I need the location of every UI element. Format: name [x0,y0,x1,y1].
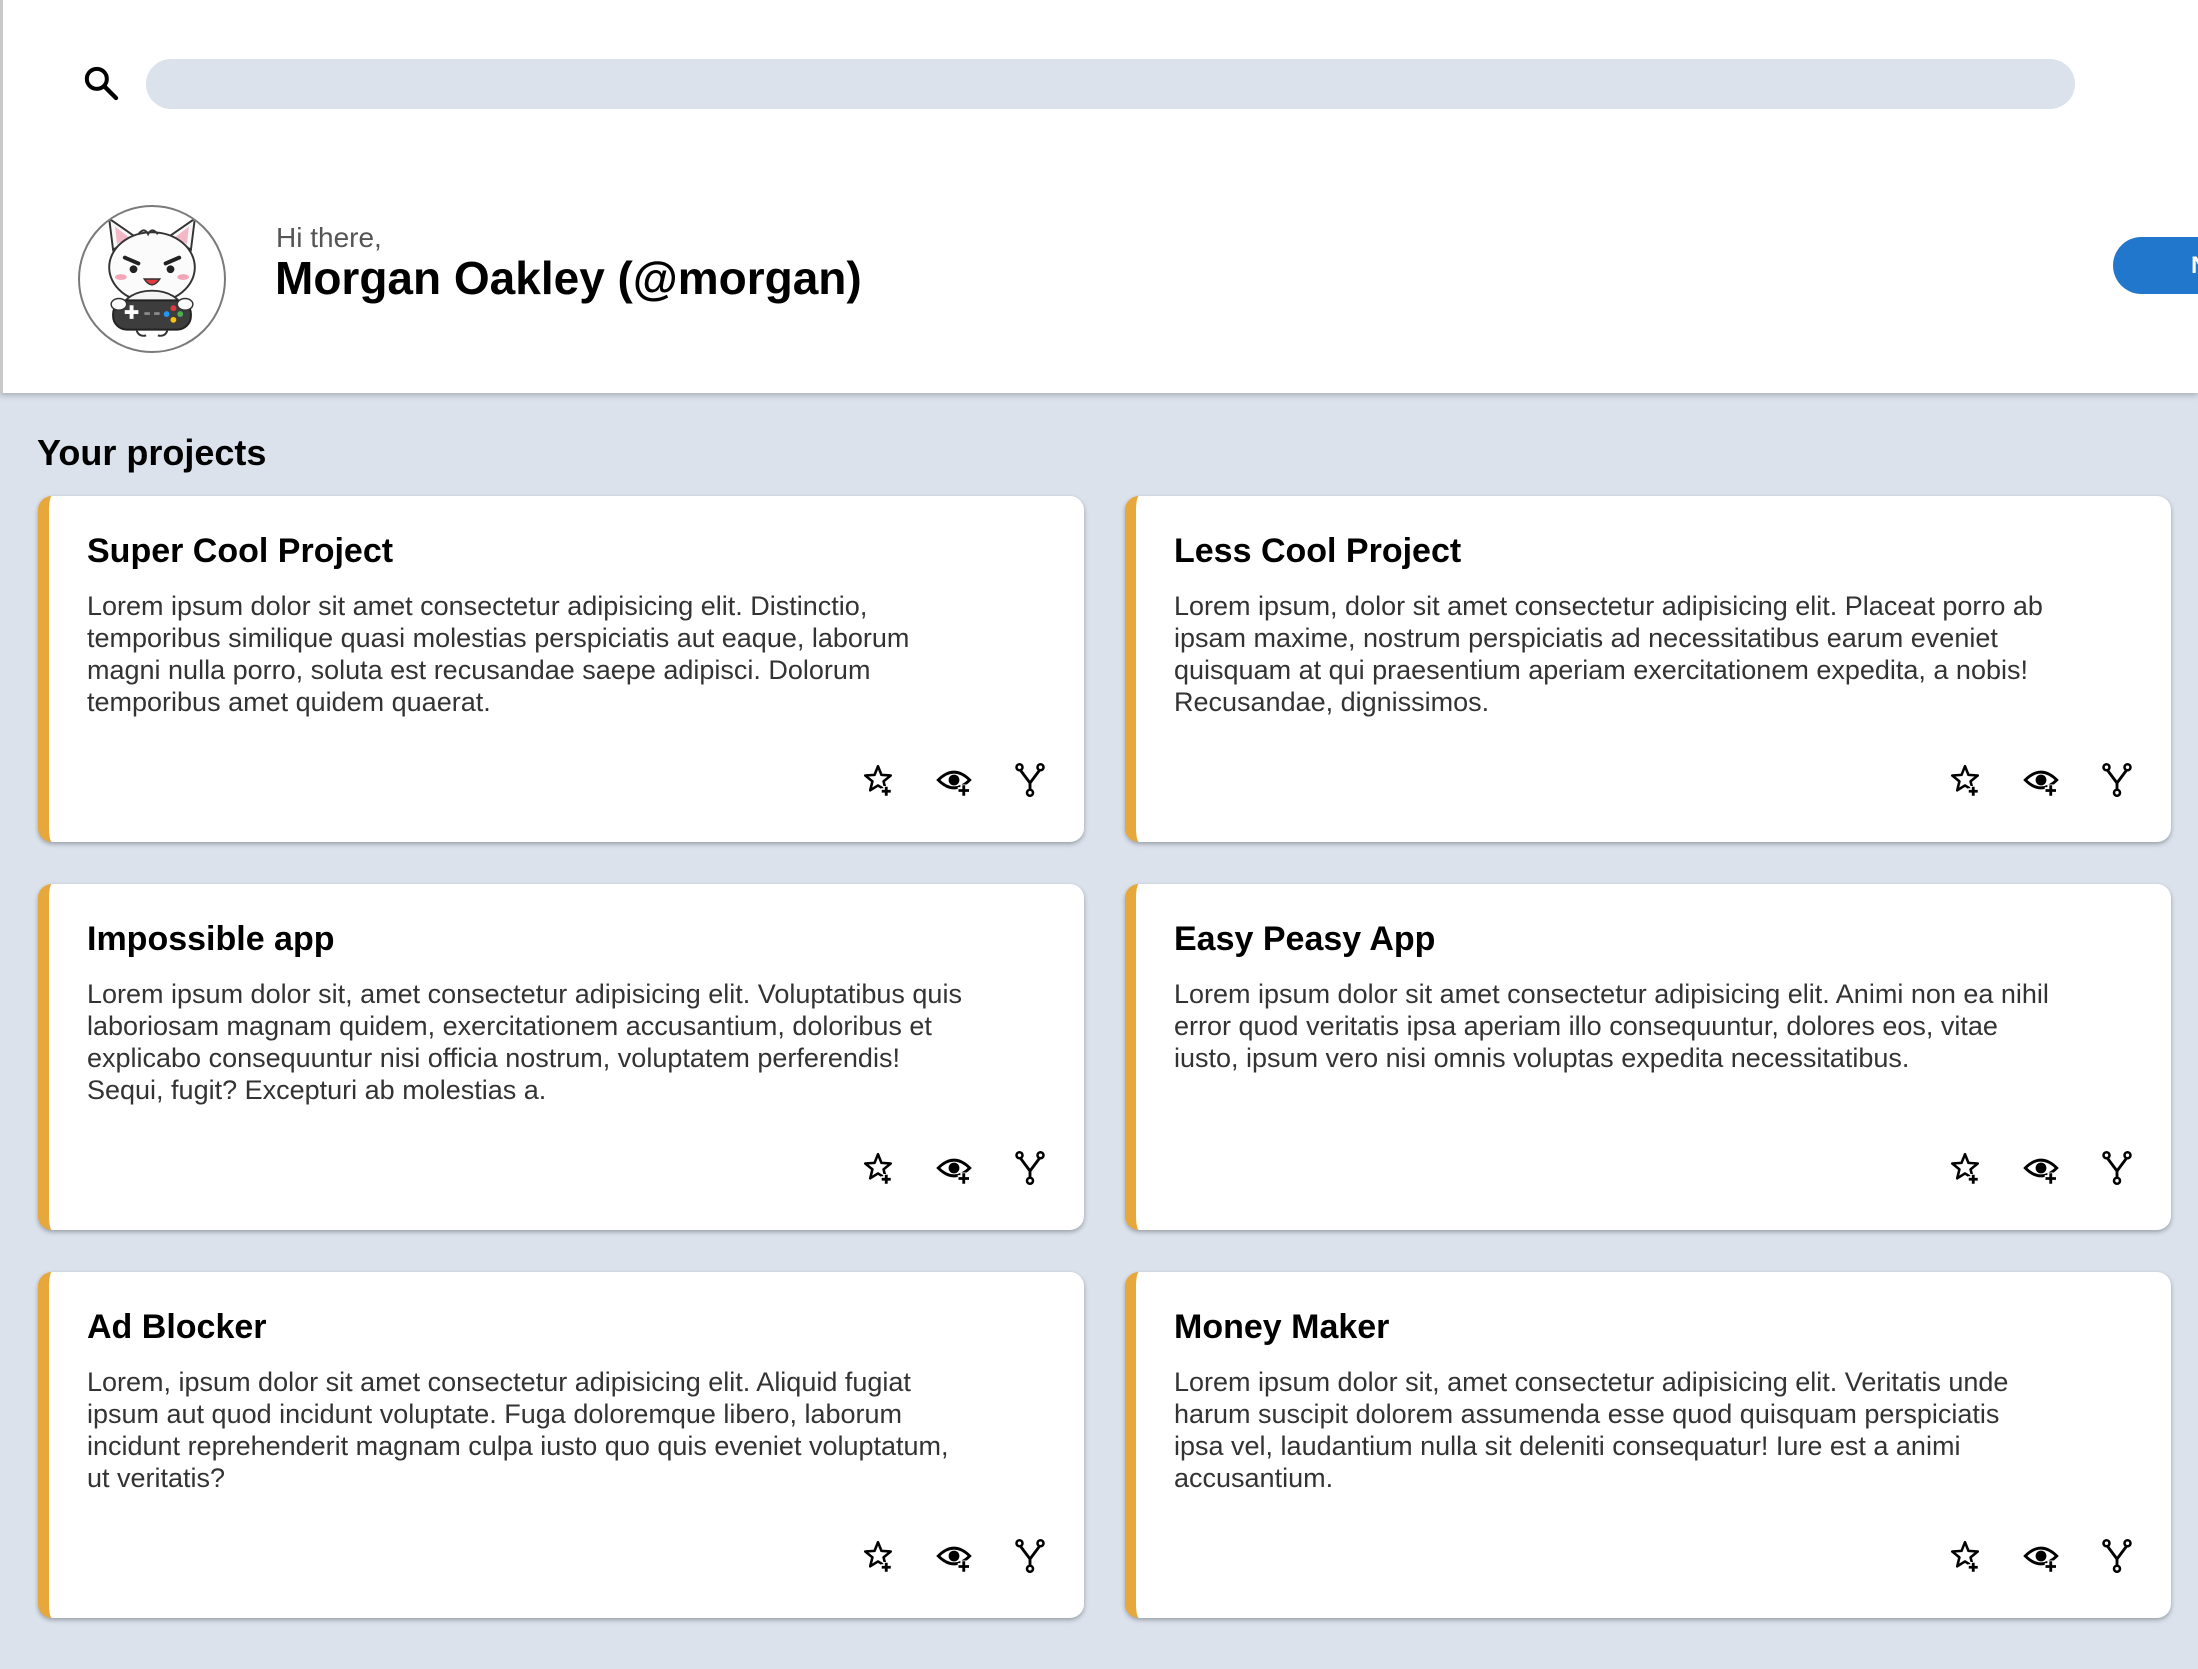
fork-button[interactable] [2099,1538,2135,1574]
project-title: Impossible app [87,920,335,958]
page-header: Hi there, Morgan Oakley (@morgan) N [0,0,2198,393]
star-button[interactable] [1947,762,1983,798]
project-title: Easy Peasy App [1174,920,1436,958]
project-title: Super Cool Project [87,532,394,570]
eye-plus-icon [936,1158,972,1185]
watch-button[interactable] [936,762,972,798]
eye-plus-icon [2023,1158,2059,1185]
fork-icon [2102,1150,2132,1186]
star-plus-icon [863,1540,893,1573]
star-button[interactable] [1947,1150,1983,1186]
watch-button[interactable] [2023,1538,2059,1574]
fork-button[interactable] [1012,1150,1048,1186]
projects-heading: Your projects [37,432,267,473]
greeting-text: Hi there, [276,222,382,253]
fork-icon [1015,1538,1045,1574]
eye-plus-icon [936,770,972,797]
project-description: Lorem ipsum dolor sit amet consectetur a… [1174,979,2049,1073]
project-actions [1947,1538,2135,1574]
fork-button[interactable] [2099,762,2135,798]
fork-button[interactable] [2099,1150,2135,1186]
fork-icon [2102,1538,2132,1574]
star-button[interactable] [860,1538,896,1574]
project-description: Lorem ipsum, dolor sit amet consectetur … [1174,591,2043,717]
star-plus-icon [1950,764,1980,797]
project-actions [860,1150,1048,1186]
project-title: Money Maker [1174,1308,1390,1346]
star-button[interactable] [1947,1538,1983,1574]
eye-plus-icon [936,1546,972,1573]
star-button[interactable] [860,1150,896,1186]
project-card[interactable]: Money Maker Lorem ipsum dolor sit, amet … [1125,1272,2171,1618]
project-description: Lorem, ipsum dolor sit amet consectetur … [87,1367,949,1493]
star-plus-icon [1950,1540,1980,1573]
project-card[interactable]: Ad Blocker Lorem, ipsum dolor sit amet c… [38,1272,1084,1618]
project-card[interactable]: Super Cool Project Lorem ipsum dolor sit… [38,496,1084,842]
project-title: Ad Blocker [87,1308,267,1346]
watch-button[interactable] [2023,1150,2059,1186]
search-input[interactable] [146,59,2075,109]
watch-button[interactable] [936,1150,972,1186]
search-icon[interactable] [81,63,121,103]
fork-icon [1015,762,1045,798]
avatar [78,205,226,353]
project-card[interactable]: Impossible app Lorem ipsum dolor sit, am… [38,884,1084,1230]
star-plus-icon [863,1152,893,1185]
watch-button[interactable] [936,1538,972,1574]
eye-plus-icon [2023,1546,2059,1573]
fork-icon [1015,1150,1045,1186]
header-action-button[interactable]: N [2113,237,2198,294]
fork-icon [2102,762,2132,798]
project-actions [1947,762,2135,798]
project-actions [860,762,1048,798]
project-description: Lorem ipsum dolor sit, amet consectetur … [87,979,962,1105]
fork-button[interactable] [1012,1538,1048,1574]
star-plus-icon [863,764,893,797]
project-card[interactable]: Easy Peasy App Lorem ipsum dolor sit ame… [1125,884,2171,1230]
project-title: Less Cool Project [1174,532,1462,570]
fork-button[interactable] [1012,762,1048,798]
project-card[interactable]: Less Cool Project Lorem ipsum, dolor sit… [1125,496,2171,842]
project-actions [860,1538,1048,1574]
cat-gamer-avatar-icon [107,216,197,337]
user-name: Morgan Oakley (@morgan) [275,252,862,304]
project-description: Lorem ipsum dolor sit amet consectetur a… [87,591,910,717]
star-plus-icon [1950,1152,1980,1185]
project-actions [1947,1150,2135,1186]
watch-button[interactable] [2023,762,2059,798]
star-button[interactable] [860,762,896,798]
eye-plus-icon [2023,770,2059,797]
project-description: Lorem ipsum dolor sit, amet consectetur … [1174,1367,2009,1493]
